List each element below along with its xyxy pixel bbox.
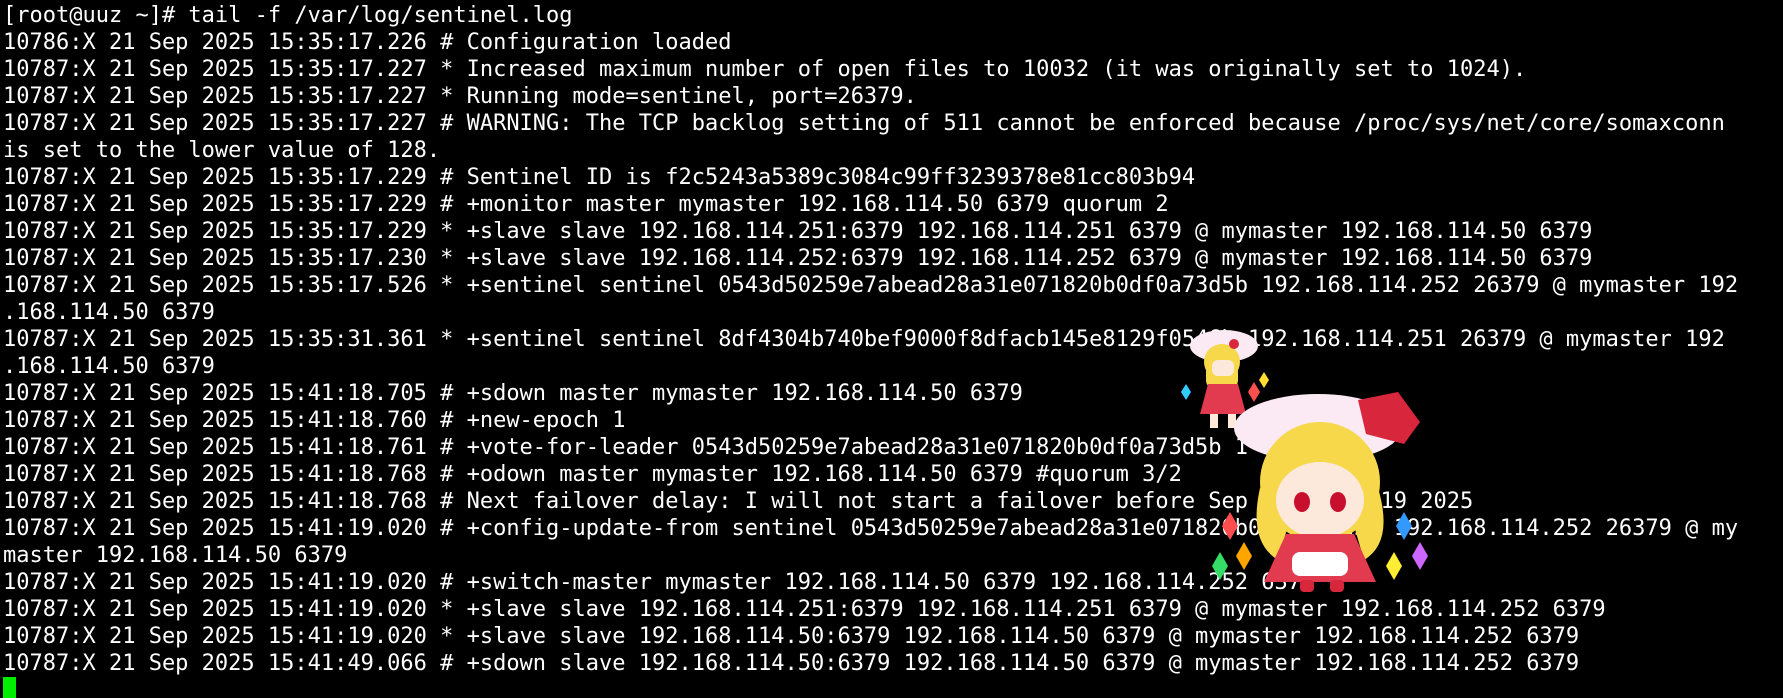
- terminal-line: 10787:X 21 Sep 2025 15:41:18.768 # +odow…: [3, 462, 1182, 487]
- terminal-line: 10786:X 21 Sep 2025 15:35:17.226 # Confi…: [3, 30, 732, 55]
- terminal-line: 10787:X 21 Sep 2025 15:41:18.760 # +new-…: [3, 408, 626, 433]
- terminal-line: 10787:X 21 Sep 2025 15:41:19.020 * +slav…: [3, 597, 1606, 622]
- terminal-line: 10787:X 21 Sep 2025 15:35:17.526 * +sent…: [3, 273, 1739, 298]
- terminal-line: 10787:X 21 Sep 2025 15:35:17.230 * +slav…: [3, 246, 1593, 271]
- terminal-line: master 192.168.114.50 6379: [3, 543, 348, 568]
- terminal-line: 10787:X 21 Sep 2025 15:35:17.227 * Runni…: [3, 84, 917, 109]
- terminal-line: .168.114.50 6379: [3, 300, 215, 325]
- terminal-cursor: [3, 677, 16, 698]
- terminal-output: [root@uuz ~]# tail -f /var/log/sentinel.…: [3, 2, 1781, 677]
- terminal-line: 10787:X 21 Sep 2025 15:35:31.361 * +sent…: [3, 327, 1725, 352]
- terminal-line: 10787:X 21 Sep 2025 15:35:17.229 # +moni…: [3, 192, 1169, 217]
- terminal-line: [root@uuz ~]# tail -f /var/log/sentinel.…: [3, 3, 573, 28]
- terminal-line: .168.114.50 6379: [3, 354, 215, 379]
- terminal-line: 10787:X 21 Sep 2025 15:41:18.761 # +vote…: [3, 435, 1249, 460]
- terminal-line: is set to the lower value of 128.: [3, 138, 441, 163]
- terminal-line: 10787:X 21 Sep 2025 15:35:17.227 * Incre…: [3, 57, 1527, 82]
- terminal-line: 10787:X 21 Sep 2025 15:35:17.229 # Senti…: [3, 165, 1196, 190]
- terminal-line: 10787:X 21 Sep 2025 15:41:18.705 # +sdow…: [3, 381, 1023, 406]
- terminal-line: 10787:X 21 Sep 2025 15:41:49.066 # +sdow…: [3, 651, 1580, 676]
- terminal-line: 10787:X 21 Sep 2025 15:41:19.020 * +slav…: [3, 624, 1580, 649]
- terminal-window[interactable]: [root@uuz ~]# tail -f /var/log/sentinel.…: [0, 0, 1783, 698]
- mascot-sprite-large-icon: [1212, 392, 1428, 592]
- terminal-line: 10787:X 21 Sep 2025 15:41:19.020 # +conf…: [3, 516, 1739, 541]
- terminal-line: 10787:X 21 Sep 2025 15:41:18.768 # Next …: [3, 489, 1474, 514]
- terminal-line: 10787:X 21 Sep 2025 15:35:17.229 * +slav…: [3, 219, 1593, 244]
- terminal-line: 10787:X 21 Sep 2025 15:35:17.227 # WARNI…: [3, 111, 1725, 136]
- terminal-line: 10787:X 21 Sep 2025 15:41:19.020 # +swit…: [3, 570, 1315, 595]
